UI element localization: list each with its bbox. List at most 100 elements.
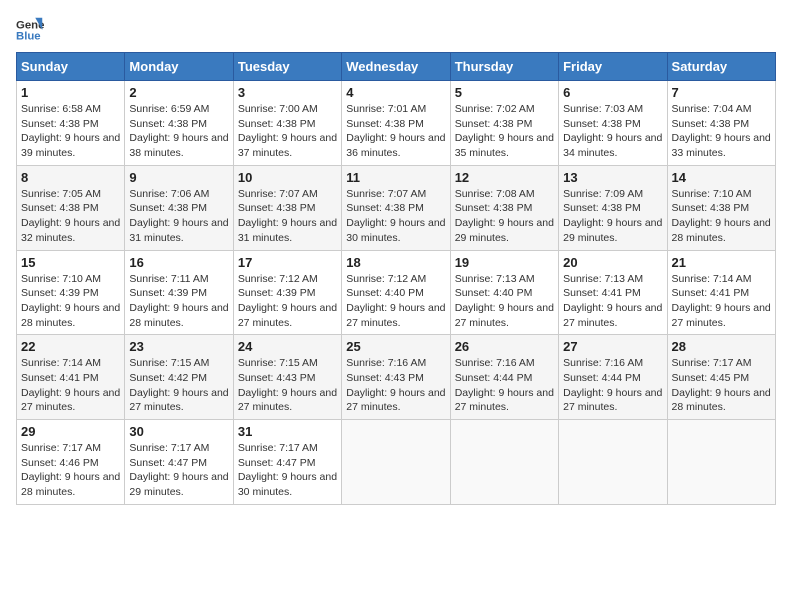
day-number: 17 [238, 255, 337, 270]
day-number: 14 [672, 170, 771, 185]
day-number: 16 [129, 255, 228, 270]
day-info: Sunrise: 7:17 AMSunset: 4:45 PMDaylight:… [672, 356, 771, 415]
day-info: Sunrise: 7:16 AMSunset: 4:43 PMDaylight:… [346, 356, 445, 415]
day-number: 13 [563, 170, 662, 185]
day-info: Sunrise: 7:15 AMSunset: 4:42 PMDaylight:… [129, 356, 228, 415]
calendar-cell: 21Sunrise: 7:14 AMSunset: 4:41 PMDayligh… [667, 250, 775, 335]
weekday-header-monday: Monday [125, 53, 233, 81]
day-number: 2 [129, 85, 228, 100]
day-number: 7 [672, 85, 771, 100]
svg-text:Blue: Blue [16, 31, 41, 43]
day-info: Sunrise: 7:02 AMSunset: 4:38 PMDaylight:… [455, 102, 554, 161]
day-number: 4 [346, 85, 445, 100]
day-number: 23 [129, 339, 228, 354]
weekday-header-wednesday: Wednesday [342, 53, 450, 81]
calendar-cell: 19Sunrise: 7:13 AMSunset: 4:40 PMDayligh… [450, 250, 558, 335]
logo: General Blue [16, 16, 44, 44]
calendar-cell: 8 Sunrise: 7:05 AMSunset: 4:38 PMDaylight… [17, 165, 125, 250]
day-number: 27 [563, 339, 662, 354]
calendar-cell: 30 Sunrise: 7:17 AMSunset: 4:47 PMDayligh… [125, 420, 233, 505]
day-number: 9 [129, 170, 228, 185]
day-number: 30 [129, 424, 228, 439]
calendar-cell: 12 Sunrise: 7:08 AMSunset: 4:38 PMDayligh… [450, 165, 558, 250]
day-number: 11 [346, 170, 445, 185]
day-info: Sunrise: 7:10 AMSunset: 4:38 PMDaylight:… [672, 187, 771, 246]
day-info: Sunrise: 7:08 AMSunset: 4:38 PMDaylight:… [455, 187, 554, 246]
day-number: 8 [21, 170, 120, 185]
calendar-cell: 24 Sunrise: 7:15 AMSunset: 4:43 PMDayligh… [233, 335, 341, 420]
day-info: Sunrise: 7:15 AMSunset: 4:43 PMDaylight:… [238, 356, 337, 415]
calendar-cell: 17 Sunrise: 7:12 AMSunset: 4:39 PMDayligh… [233, 250, 341, 335]
calendar-cell: 10 Sunrise: 7:07 AMSunset: 4:38 PMDayligh… [233, 165, 341, 250]
day-info: Sunrise: 7:14 AMSunset: 4:41 PMDaylight:… [672, 272, 771, 331]
day-info: Sunrise: 7:12 AMSunset: 4:40 PMDaylight:… [346, 272, 445, 331]
calendar-cell: 26 Sunrise: 7:16 AMSunset: 4:44 PMDayligh… [450, 335, 558, 420]
day-info: Sunrise: 7:09 AMSunset: 4:38 PMDaylight:… [563, 187, 662, 246]
calendar-cell: 1 Sunrise: 6:58 AMSunset: 4:38 PMDaylight… [17, 81, 125, 166]
logo-icon: General Blue [16, 16, 44, 44]
day-number: 24 [238, 339, 337, 354]
day-number: 26 [455, 339, 554, 354]
calendar-cell: 25 Sunrise: 7:16 AMSunset: 4:43 PMDayligh… [342, 335, 450, 420]
weekday-header-saturday: Saturday [667, 53, 775, 81]
day-info: Sunrise: 7:10 AMSunset: 4:39 PMDaylight:… [21, 272, 120, 331]
calendar-table: SundayMondayTuesdayWednesdayThursdayFrid… [16, 52, 776, 505]
day-info: Sunrise: 6:58 AMSunset: 4:38 PMDaylight:… [21, 102, 120, 161]
calendar-cell: 28 Sunrise: 7:17 AMSunset: 4:45 PMDayligh… [667, 335, 775, 420]
day-number: 3 [238, 85, 337, 100]
calendar-cell: 22 Sunrise: 7:14 AMSunset: 4:41 PMDayligh… [17, 335, 125, 420]
day-info: Sunrise: 7:01 AMSunset: 4:38 PMDaylight:… [346, 102, 445, 161]
day-info: Sunrise: 7:05 AMSunset: 4:38 PMDaylight:… [21, 187, 120, 246]
calendar-cell: 29 Sunrise: 7:17 AMSunset: 4:46 PMDayligh… [17, 420, 125, 505]
calendar-cell: 20 Sunrise: 7:13 AMSunset: 4:41 PMDayligh… [559, 250, 667, 335]
day-info: Sunrise: 7:16 AMSunset: 4:44 PMDaylight:… [563, 356, 662, 415]
day-number: 22 [21, 339, 120, 354]
day-number: 10 [238, 170, 337, 185]
day-number: 20 [563, 255, 662, 270]
calendar-cell [450, 420, 558, 505]
day-info: Sunrise: 7:17 AMSunset: 4:46 PMDaylight:… [21, 441, 120, 500]
calendar-cell: 9Sunrise: 7:06 AMSunset: 4:38 PMDaylight… [125, 165, 233, 250]
day-info: Sunrise: 7:03 AMSunset: 4:38 PMDaylight:… [563, 102, 662, 161]
day-number: 28 [672, 339, 771, 354]
calendar-cell: 2Sunrise: 6:59 AMSunset: 4:38 PMDaylight… [125, 81, 233, 166]
calendar-cell: 11 Sunrise: 7:07 AMSunset: 4:38 PMDayligh… [342, 165, 450, 250]
day-number: 31 [238, 424, 337, 439]
day-number: 1 [21, 85, 120, 100]
day-info: Sunrise: 7:07 AMSunset: 4:38 PMDaylight:… [346, 187, 445, 246]
calendar-cell: 27 Sunrise: 7:16 AMSunset: 4:44 PMDayligh… [559, 335, 667, 420]
day-number: 18 [346, 255, 445, 270]
day-info: Sunrise: 7:12 AMSunset: 4:39 PMDaylight:… [238, 272, 337, 331]
weekday-header-sunday: Sunday [17, 53, 125, 81]
day-info: Sunrise: 7:00 AMSunset: 4:38 PMDaylight:… [238, 102, 337, 161]
calendar-cell: 4 Sunrise: 7:01 AMSunset: 4:38 PMDaylight… [342, 81, 450, 166]
calendar-cell: 7 Sunrise: 7:04 AMSunset: 4:38 PMDaylight… [667, 81, 775, 166]
calendar-cell [667, 420, 775, 505]
calendar-cell: 6 Sunrise: 7:03 AMSunset: 4:38 PMDaylight… [559, 81, 667, 166]
day-info: Sunrise: 7:13 AMSunset: 4:41 PMDaylight:… [563, 272, 662, 331]
calendar-cell [342, 420, 450, 505]
calendar-cell: 14 Sunrise: 7:10 AMSunset: 4:38 PMDayligh… [667, 165, 775, 250]
weekday-header-thursday: Thursday [450, 53, 558, 81]
day-info: Sunrise: 7:17 AMSunset: 4:47 PMDaylight:… [238, 441, 337, 500]
day-info: Sunrise: 7:17 AMSunset: 4:47 PMDaylight:… [129, 441, 228, 500]
day-number: 19 [455, 255, 554, 270]
day-number: 12 [455, 170, 554, 185]
calendar-cell: 23 Sunrise: 7:15 AMSunset: 4:42 PMDayligh… [125, 335, 233, 420]
calendar-cell: 5Sunrise: 7:02 AMSunset: 4:38 PMDaylight… [450, 81, 558, 166]
calendar-cell: 15Sunrise: 7:10 AMSunset: 4:39 PMDayligh… [17, 250, 125, 335]
calendar-cell: 18 Sunrise: 7:12 AMSunset: 4:40 PMDayligh… [342, 250, 450, 335]
calendar-cell: 13 Sunrise: 7:09 AMSunset: 4:38 PMDayligh… [559, 165, 667, 250]
day-info: Sunrise: 7:14 AMSunset: 4:41 PMDaylight:… [21, 356, 120, 415]
day-number: 29 [21, 424, 120, 439]
calendar-cell: 3 Sunrise: 7:00 AMSunset: 4:38 PMDaylight… [233, 81, 341, 166]
calendar-cell [559, 420, 667, 505]
day-info: Sunrise: 7:16 AMSunset: 4:44 PMDaylight:… [455, 356, 554, 415]
calendar-cell: 31 Sunrise: 7:17 AMSunset: 4:47 PMDayligh… [233, 420, 341, 505]
day-info: Sunrise: 7:07 AMSunset: 4:38 PMDaylight:… [238, 187, 337, 246]
day-number: 25 [346, 339, 445, 354]
day-info: Sunrise: 7:04 AMSunset: 4:38 PMDaylight:… [672, 102, 771, 161]
weekday-header-friday: Friday [559, 53, 667, 81]
calendar-cell: 16Sunrise: 7:11 AMSunset: 4:39 PMDayligh… [125, 250, 233, 335]
day-number: 6 [563, 85, 662, 100]
